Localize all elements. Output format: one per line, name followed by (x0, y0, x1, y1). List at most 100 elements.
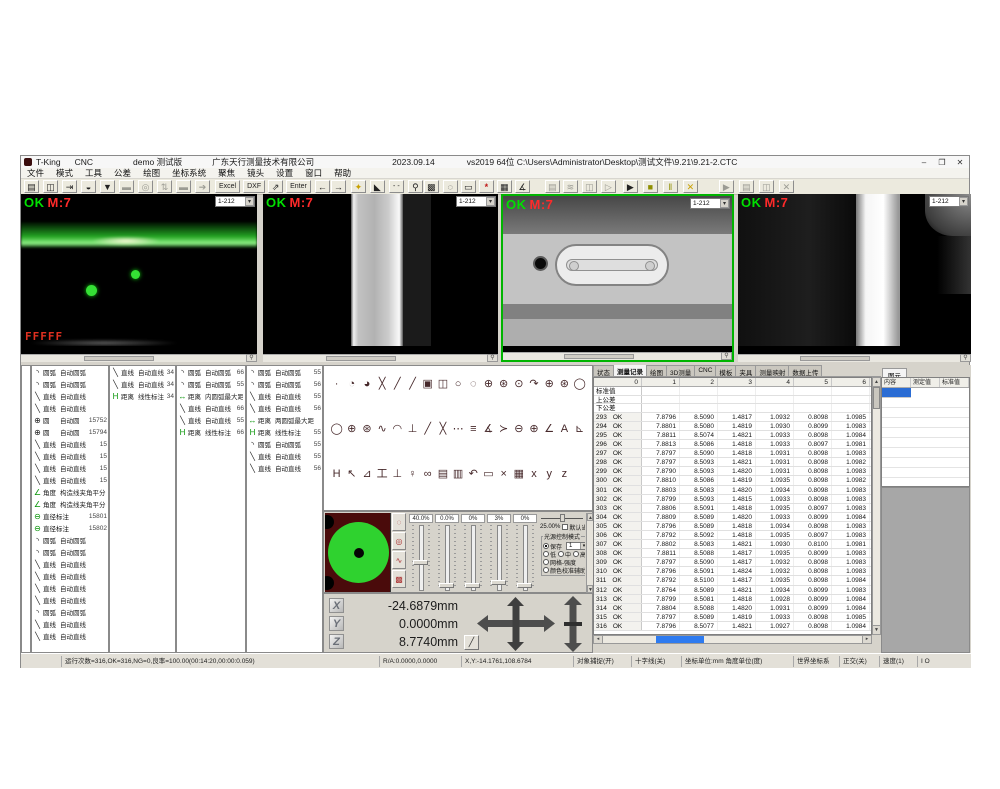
toolbar-export-dxf[interactable]: DXF (243, 180, 265, 193)
camera1-zoom-icon[interactable]: ⚲ (246, 354, 257, 362)
tool-double-rect-icon[interactable]: ◫ (435, 376, 450, 392)
result-row[interactable]: 311OK7.87928.51001.48171.09350.80981.098… (594, 576, 871, 585)
toolbar-chart[interactable]: ∡ (515, 180, 530, 193)
camera-view-3-selected[interactable]: OKM:7 1-212▾ ⚲ (501, 194, 734, 362)
feature-item[interactable]: ◝圆弧自动圆弧 (32, 378, 108, 390)
toolbar-open[interactable]: ◫ (43, 180, 58, 193)
tool-distance-h-icon[interactable]: H (329, 466, 344, 482)
feature-item[interactable]: ╲直线自动直线55 (247, 450, 322, 462)
tool-undo-icon[interactable]: ↶ (466, 466, 481, 482)
maximize-button[interactable]: ❐ (933, 157, 951, 168)
tool-rect-icon[interactable]: ▣ (420, 376, 435, 392)
tab-4[interactable]: CNC (694, 365, 716, 376)
toolbar-nav-forward[interactable]: → (331, 180, 346, 193)
toolbar-star[interactable]: * (479, 180, 494, 193)
tool-vertex-icon[interactable]: ≻ (496, 421, 511, 437)
tab-6[interactable]: 夹具 (735, 365, 756, 376)
tool-coaxial-icon[interactable]: ⊕ (526, 421, 541, 437)
toolbar-cal-4[interactable]: ▬ (176, 180, 191, 193)
toolbar-enter[interactable]: Enter (286, 180, 311, 193)
feature-item[interactable]: ↔距离两圆弧最大距 (247, 414, 322, 426)
close-button[interactable]: ✕ (951, 157, 969, 168)
toolbar-goto[interactable]: ⇥ (62, 180, 77, 193)
menu-item-2[interactable]: 工具 (79, 167, 108, 179)
tool-cross-icon[interactable]: ╳ (435, 421, 450, 437)
jog-arrows[interactable] (476, 596, 588, 652)
result-row[interactable]: 298OK7.87978.50931.48211.09310.80981.098… (594, 458, 871, 467)
col-header[interactable]: 5 (794, 378, 832, 386)
results-vscrollbar[interactable]: ▲ ▼ (872, 377, 881, 635)
feature-item[interactable]: ╲直线自动直线34 (110, 366, 175, 378)
toolbar-minus[interactable]: - - (389, 180, 404, 193)
tab-1[interactable]: 测量记录 (613, 365, 647, 376)
menu-item-8[interactable]: 设置 (270, 167, 299, 179)
tab-2[interactable]: 绘图 (646, 365, 667, 376)
toolbar-nav-back[interactable]: ← (315, 180, 330, 193)
light-slider-thumb[interactable] (439, 583, 454, 588)
scroll-up-icon[interactable]: ▲ (873, 378, 880, 387)
feature-item[interactable]: ╲直线自动直线 (32, 390, 108, 402)
feature-item[interactable]: ◝圆弧自动圆弧56 (247, 378, 322, 390)
toolbar-cal-5[interactable]: ➔ (195, 180, 210, 193)
result-row[interactable]: 295OK7.88118.50741.48211.09330.80981.098… (594, 431, 871, 440)
col-header[interactable]: 0 (594, 378, 642, 386)
tool-angle-2-icon[interactable]: ∡ (481, 421, 496, 437)
feature-item[interactable]: ╲直线自动直线 (32, 582, 108, 594)
col-header[interactable]: 2 (680, 378, 718, 386)
scroll-left-icon[interactable]: ◂ (594, 636, 603, 643)
feature-item[interactable]: ◝圆弧自动圆弧 (32, 606, 108, 618)
tool-parallel-icon[interactable]: ≡ (466, 421, 481, 437)
tab-5[interactable]: 模板 (715, 365, 736, 376)
feature-item[interactable]: ∠角度构造线夹角平分 (32, 498, 108, 510)
toolbar-fixture[interactable]: ▼ (100, 180, 115, 193)
col-header[interactable]: 1 (642, 378, 680, 386)
radio-color-cal[interactable]: 颜色校准辅助 (543, 566, 585, 575)
menu-item-9[interactable]: 窗口 (299, 167, 328, 179)
light-ring-button-3[interactable]: ∿ (392, 551, 406, 569)
feature-item[interactable]: ╲直线自动直线15 (32, 462, 108, 474)
toolbar-run-tools[interactable]: ✕ (683, 180, 698, 193)
result-row[interactable]: 300OK7.88108.50861.48191.09350.80981.098… (594, 476, 871, 485)
light-ring-button-2[interactable]: ◎ (392, 532, 406, 550)
menu-item-4[interactable]: 绘图 (137, 167, 166, 179)
tool-circle-cross-2-icon[interactable]: ⊛ (557, 376, 572, 392)
feature-list-scroll-strip[interactable] (21, 365, 31, 653)
tool-circle-center-icon[interactable]: ⊙ (511, 376, 526, 392)
feature-item[interactable]: ◝圆弧自动圆弧 (32, 366, 108, 378)
tool-triangle-icon[interactable]: ⊿ (359, 466, 374, 482)
camera3-image[interactable] (503, 196, 732, 346)
feature-item[interactable]: ╲直线自动直线15 (32, 474, 108, 486)
toolbar-export-excel[interactable]: Excel (215, 180, 240, 193)
vscroll-thumb[interactable] (873, 387, 880, 409)
toolbar-run-pause[interactable]: ‖ (663, 180, 678, 193)
tool-perp-dist-icon[interactable]: ⊥ (390, 466, 405, 482)
result-row[interactable]: 302OK7.87998.50931.48151.09330.80981.098… (594, 495, 871, 504)
tool-delete-icon[interactable]: × (496, 466, 511, 482)
toolbar-probe[interactable]: ◒ (81, 180, 96, 193)
tool-circle-hatch-2-icon[interactable]: ⊛ (496, 376, 511, 392)
tool-line-icon[interactable]: ╱ (390, 376, 405, 392)
feature-item[interactable]: H距离线性标注55 (247, 426, 322, 438)
toolbar-run-save[interactable]: ▤ (545, 180, 560, 193)
camera2-lens-select[interactable]: 1-212▾ (456, 196, 496, 207)
light-slider-track[interactable] (490, 525, 508, 589)
tool-pick-1-icon[interactable]: ◔ (344, 376, 359, 392)
minimize-button[interactable]: – (915, 157, 933, 168)
light-master-slider[interactable] (541, 514, 583, 522)
camera3-hscrollbar[interactable] (503, 352, 721, 360)
tool-link-icon[interactable]: ∞ (420, 466, 435, 482)
result-row[interactable]: 314OK7.88048.50881.48201.09310.80991.098… (594, 604, 871, 613)
result-row[interactable]: 303OK7.88068.50911.48181.09350.80971.098… (594, 504, 871, 513)
toolbar-report[interactable]: ⇗ (268, 180, 283, 193)
feature-item[interactable]: ◝圆弧自动圆弧55 (247, 438, 322, 450)
light-slider-thumb[interactable] (517, 583, 532, 588)
tool-pick-2-icon[interactable]: ◕ (359, 376, 374, 392)
light-slider-track[interactable] (464, 525, 482, 589)
menu-item-5[interactable]: 坐标系统 (166, 167, 212, 179)
light-ring-button-1[interactable]: ◌ (392, 513, 406, 531)
menu-item-1[interactable]: 模式 (50, 167, 79, 179)
tool-points-icon[interactable]: ⋯ (451, 421, 466, 437)
result-row[interactable]: 307OK7.88028.50831.48211.09300.81001.098… (594, 540, 871, 549)
result-row[interactable]: 305OK7.87968.50891.48181.09340.80981.098… (594, 522, 871, 531)
toolbar-light[interactable]: ✦ (351, 180, 366, 193)
